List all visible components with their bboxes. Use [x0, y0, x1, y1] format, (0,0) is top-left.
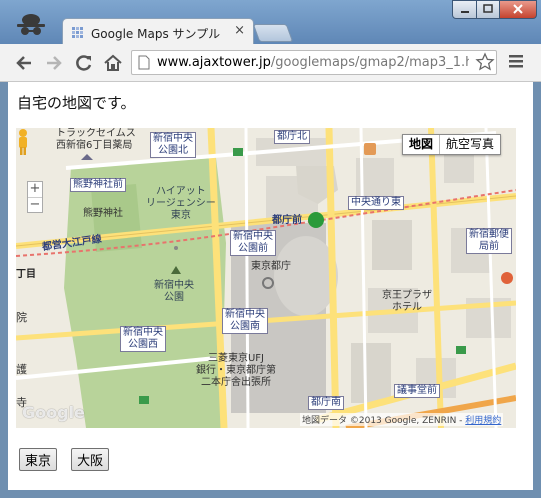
title-bar: Google Maps サンプル ×: [0, 0, 541, 46]
map-label: 護: [16, 363, 27, 376]
map-label: 新宿中央 公園: [154, 280, 194, 303]
browser-tab[interactable]: Google Maps サンプル ×: [62, 18, 254, 46]
new-tab-button[interactable]: [252, 24, 294, 42]
reload-icon[interactable]: [73, 52, 95, 74]
map-label: 都庁北: [274, 130, 310, 144]
home-icon[interactable]: [102, 52, 124, 74]
map-label: 新宿中央 公園南: [222, 308, 268, 334]
station-icon: [233, 148, 243, 156]
map-label: 新宿中央 公園西: [120, 326, 166, 352]
minimize-button[interactable]: [452, 0, 477, 19]
map-label: 熊野神社前: [70, 178, 126, 192]
bookmark-star-icon[interactable]: [475, 52, 495, 72]
page-icon: [138, 55, 150, 70]
map-label: 三菱東京UFJ 銀行・東京都庁第 二本庁舎出張所: [196, 353, 276, 388]
map-label: 新宿中央 公園北: [150, 132, 196, 158]
map-label: 新宿中央 公園前: [230, 230, 276, 256]
terms-link[interactable]: 利用規約: [465, 416, 501, 426]
station-icon: [139, 396, 149, 404]
map-type-map-button[interactable]: 地図: [403, 135, 441, 154]
map-label: トラックセイムス: [56, 128, 136, 139]
zoom-out-button[interactable]: −: [28, 198, 42, 213]
maximize-button[interactable]: [476, 0, 500, 19]
shop-icon: [364, 143, 376, 155]
map-label: 京王プラザ ホテル: [382, 290, 432, 313]
attribution-text: 地図データ ©2013 Google, ZENRIN: [302, 416, 457, 426]
menu-icon[interactable]: [507, 53, 525, 69]
close-icon: [513, 4, 523, 14]
map-attribution: 地図データ ©2013 Google, ZENRIN - 利用規約: [300, 413, 504, 426]
station-icon: [456, 346, 466, 354]
osaka-button[interactable]: 大阪: [71, 448, 110, 471]
map-label: 西新宿6丁目薬局: [56, 140, 133, 151]
map-label: 熊野神社: [83, 208, 123, 219]
page-content: 自宅の地図です。 + − 地図 航空写真 トラックセイムス 西新宿6丁目薬局 新…: [8, 82, 533, 490]
url-host: www.ajaxtower.jp: [157, 55, 271, 70]
map-label: 丁目: [16, 269, 36, 280]
browser-window: Google Maps サンプル × www.ajaxtower.jp/goog…: [0, 0, 541, 498]
back-arrow-icon[interactable]: [13, 52, 35, 74]
map-label: 都庁前: [272, 215, 302, 226]
map-container[interactable]: + − 地図 航空写真 トラックセイムス 西新宿6丁目薬局 新宿中央 公園北 都…: [16, 128, 516, 428]
map-label: ハイアット リージェンシー 東京: [146, 186, 216, 221]
map-label: 院: [16, 311, 27, 324]
incognito-icon: [17, 14, 45, 35]
url-text[interactable]: www.ajaxtower.jp/googlemaps/gmap2/map3_1…: [157, 55, 469, 70]
zoom-in-button[interactable]: +: [28, 182, 42, 198]
maximize-icon: [483, 4, 493, 13]
map-label: 中央通り東: [348, 196, 404, 210]
map-type-control: 地図 航空写真: [402, 134, 502, 155]
google-logo[interactable]: Google: [22, 403, 85, 422]
map-label: 新宿郵便 局前: [466, 228, 512, 254]
button-group: 東京 大阪: [19, 448, 118, 471]
intro-text: 自宅の地図です。: [17, 94, 136, 112]
tree-station-icon: [308, 212, 324, 228]
tab-close-icon[interactable]: ×: [234, 23, 245, 38]
url-path: /googlemaps/gmap2/map3_1.htm: [270, 55, 469, 70]
poi-icon: [501, 272, 513, 284]
address-bar[interactable]: www.ajaxtower.jp/googlemaps/gmap2/map3_1…: [131, 50, 497, 75]
close-window-button[interactable]: [499, 0, 537, 19]
map-label: 都庁南: [308, 396, 344, 410]
zoom-control: + −: [27, 181, 43, 213]
map-label: 議事堂前: [394, 384, 440, 398]
tokyo-button[interactable]: 東京: [19, 448, 58, 471]
map-label: 東京都庁: [251, 261, 291, 272]
minimize-icon: [461, 11, 469, 13]
tab-title: Google Maps サンプル: [91, 27, 221, 41]
favicon-icon: [72, 27, 83, 38]
street-view-pegman-icon[interactable]: [16, 128, 30, 156]
forward-arrow-icon[interactable]: [43, 52, 65, 74]
map-type-satellite-button[interactable]: 航空写真: [440, 135, 500, 154]
